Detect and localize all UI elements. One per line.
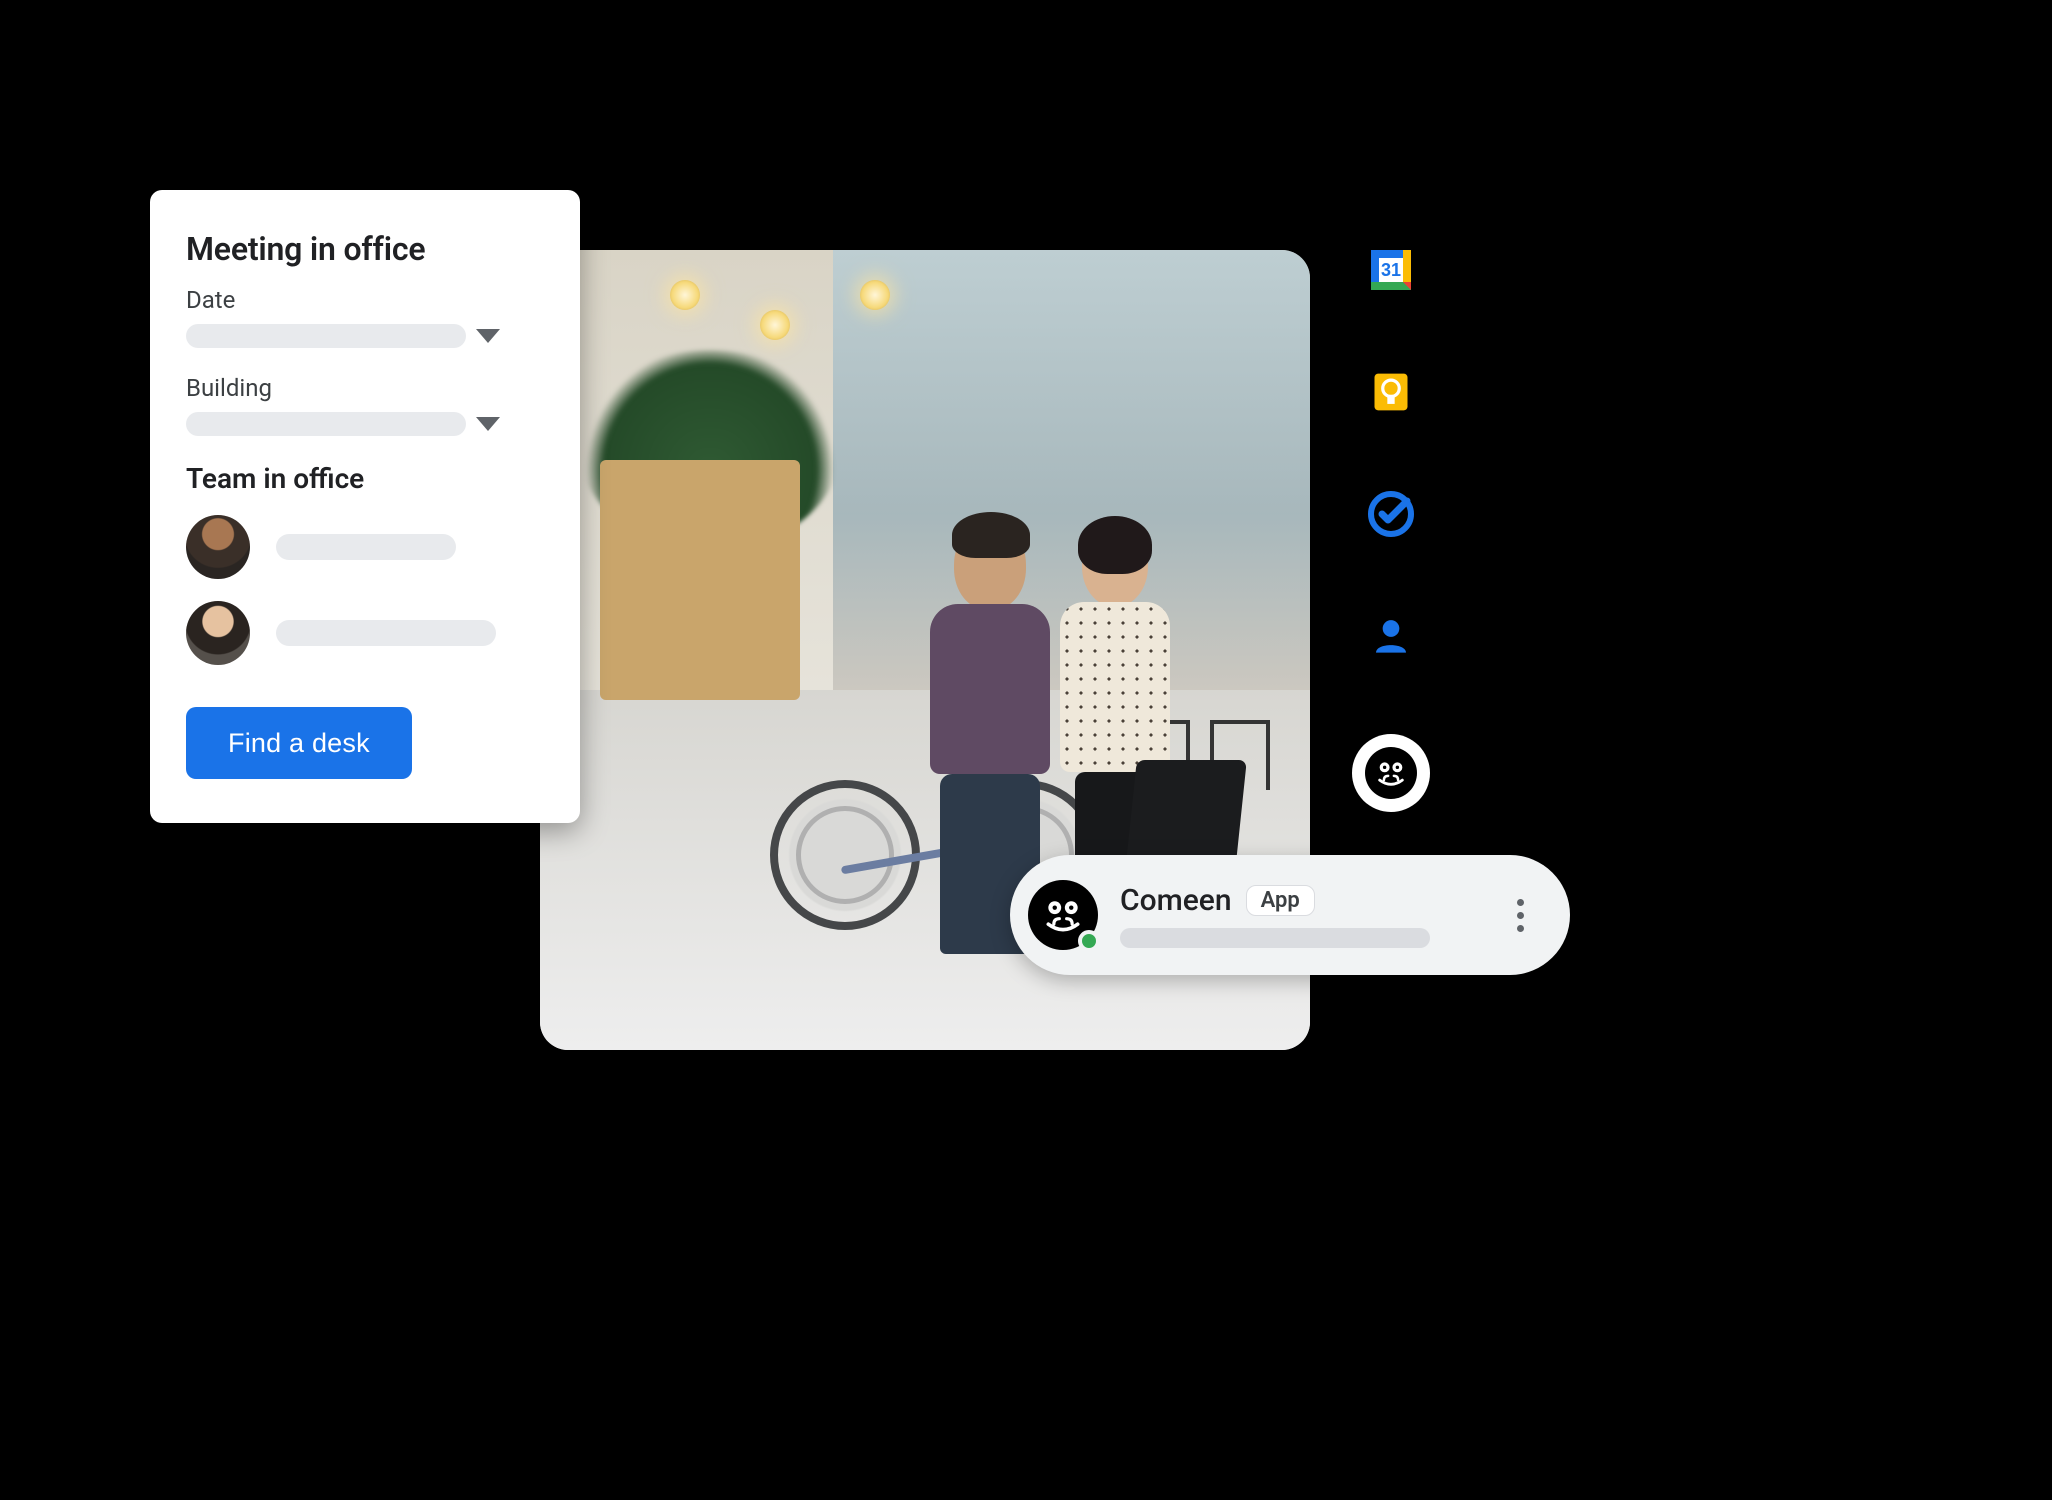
date-value-placeholder: [186, 324, 466, 348]
avatar: [186, 601, 250, 665]
card-title: Meeting in office: [186, 230, 544, 268]
chat-app-name: Comeen: [1120, 883, 1232, 918]
building-label: Building: [186, 374, 544, 402]
meeting-card: Meeting in office Date Building Team in …: [150, 190, 580, 823]
chat-app-chip[interactable]: Comeen App: [1010, 855, 1570, 975]
presence-indicator-icon: [1078, 930, 1100, 952]
chat-subtitle-placeholder: [1120, 928, 1430, 948]
find-desk-button[interactable]: Find a desk: [186, 707, 412, 779]
more-options-button[interactable]: [1506, 899, 1534, 932]
app-badge: App: [1246, 885, 1315, 916]
date-select[interactable]: [186, 324, 544, 348]
side-panel-rail: 31: [1352, 246, 1430, 812]
svg-text:31: 31: [1381, 260, 1401, 280]
teammate-row: [186, 515, 544, 579]
teammate-name-placeholder: [276, 534, 456, 560]
building-select[interactable]: [186, 412, 544, 436]
avatar: [186, 515, 250, 579]
teammate-row: [186, 601, 544, 665]
comeen-logo-icon: [1365, 747, 1417, 799]
chevron-down-icon: [476, 417, 500, 431]
team-section-title: Team in office: [186, 462, 544, 495]
comeen-app-icon[interactable]: [1352, 734, 1430, 812]
teammate-name-placeholder: [276, 620, 496, 646]
tasks-icon[interactable]: [1367, 490, 1415, 538]
chat-app-avatar: [1028, 880, 1098, 950]
building-value-placeholder: [186, 412, 466, 436]
keep-icon[interactable]: [1367, 368, 1415, 416]
date-label: Date: [186, 286, 544, 314]
chevron-down-icon: [476, 329, 500, 343]
calendar-icon[interactable]: 31: [1367, 246, 1415, 294]
contacts-icon[interactable]: [1367, 612, 1415, 660]
